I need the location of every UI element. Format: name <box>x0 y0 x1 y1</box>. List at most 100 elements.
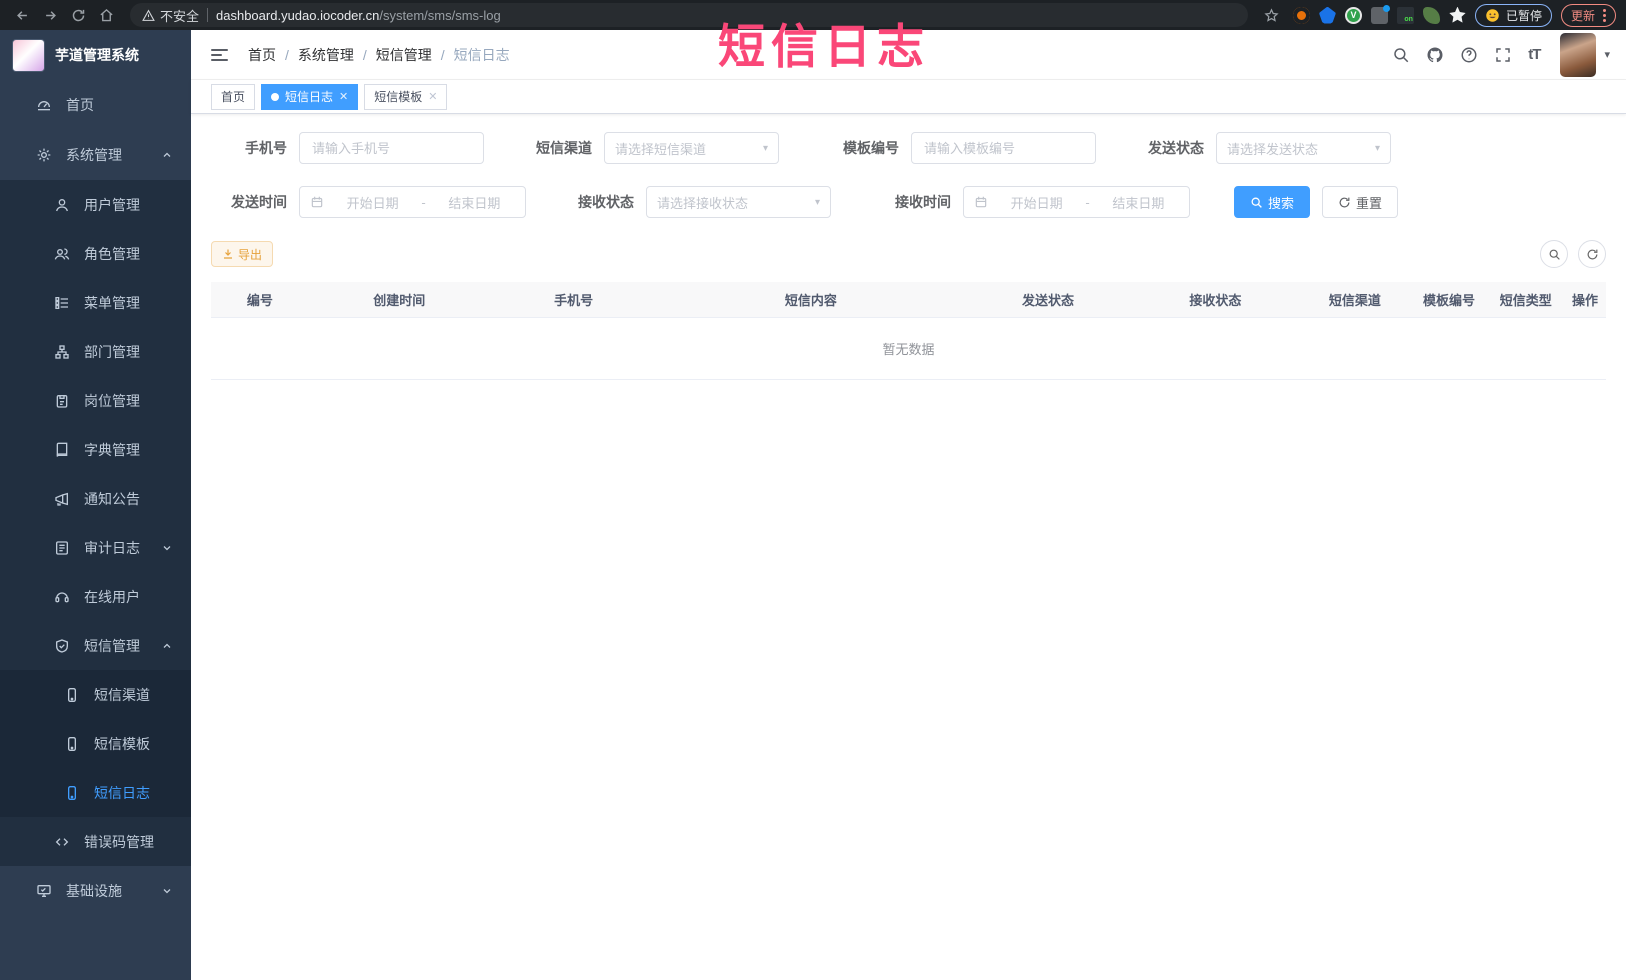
column-header[interactable]: 接收状态 <box>1132 290 1299 309</box>
empty-state: 暂无数据 <box>211 318 1606 380</box>
sidebar-item-sms-mgmt[interactable]: 短信管理 <box>0 621 191 670</box>
column-header[interactable]: 短信内容 <box>657 290 964 309</box>
address-bar[interactable]: 不安全 dashboard.yudao.iocoder.cn/system/sm… <box>130 3 1248 27</box>
sidebar-item-label: 短信管理 <box>84 637 140 654</box>
sidebar-item-audit-log[interactable]: 审计日志 <box>0 523 191 572</box>
column-header[interactable]: 编号 <box>211 290 309 309</box>
orange-extension-icon[interactable] <box>1292 6 1310 24</box>
template-input[interactable] <box>911 132 1096 164</box>
send-time-range-picker[interactable]: 开始日期 - 结束日期 <box>299 186 526 218</box>
tab-sms-log[interactable]: 短信日志 ✕ <box>261 83 359 110</box>
avatar[interactable] <box>1560 32 1597 77</box>
search-icon[interactable] <box>1392 46 1410 64</box>
phone-input[interactable] <box>299 132 484 164</box>
send-status-select[interactable]: 请选择发送状态 ▾ <box>1216 132 1391 164</box>
browser-back-icon[interactable] <box>10 3 34 27</box>
browser-reload-icon[interactable] <box>66 3 90 27</box>
sidebar-item-label: 在线用户 <box>84 588 140 605</box>
sidebar-item-post-mgmt[interactable]: 岗位管理 <box>0 376 191 425</box>
sidebar-item-label: 短信日志 <box>94 784 150 801</box>
search-button[interactable]: 搜索 <box>1234 186 1311 218</box>
filter-phone: 手机号 <box>211 132 484 164</box>
breadcrumb-separator: / <box>285 46 289 63</box>
field-label: 发送状态 <box>1148 140 1204 156</box>
browser-menu-kebab-icon[interactable] <box>1603 8 1606 22</box>
sidebar-item-system[interactable]: 系统管理 <box>0 130 191 180</box>
user-menu[interactable]: ▾ <box>1560 32 1610 77</box>
column-header[interactable]: 手机号 <box>490 290 657 309</box>
github-icon[interactable] <box>1426 46 1444 64</box>
end-date-placeholder: 结束日期 <box>1112 195 1165 211</box>
blue-extension-icon[interactable] <box>1318 6 1336 24</box>
not-secure-label: 不安全 <box>160 8 200 24</box>
font-size-icon[interactable]: tT <box>1528 46 1541 63</box>
field-label: 接收状态 <box>578 194 634 210</box>
sidebar-item-online-users[interactable]: 在线用户 <box>0 572 191 621</box>
phone-icon <box>64 736 80 752</box>
channel-select[interactable]: 请选择短信渠道 ▾ <box>604 132 779 164</box>
app-logo-row[interactable]: 芋道管理系统 <box>0 30 191 80</box>
field-label: 短信渠道 <box>536 140 592 156</box>
headset-icon <box>54 589 70 605</box>
export-button-label: 导出 <box>238 247 263 262</box>
bookmark-star-icon[interactable] <box>1260 3 1284 27</box>
sidebar-item-role-mgmt[interactable]: 角色管理 <box>0 229 191 278</box>
sidebar-item-sms-template[interactable]: 短信模板 <box>0 719 191 768</box>
paused-profile-chip[interactable]: 已暂停 <box>1474 3 1552 27</box>
column-header[interactable]: 短信渠道 <box>1299 290 1411 309</box>
column-header[interactable]: 创建时间 <box>309 290 490 309</box>
document-icon <box>54 540 70 556</box>
sidebar-item-sms-log[interactable]: 短信日志 <box>0 768 191 817</box>
sidebar-item-user-mgmt[interactable]: 用户管理 <box>0 180 191 229</box>
close-icon[interactable]: ✕ <box>428 90 437 103</box>
org-tree-icon <box>54 344 70 360</box>
download-icon <box>224 249 232 259</box>
flower-extension-icon[interactable] <box>1449 6 1466 23</box>
sidebar-item-home[interactable]: 首页 <box>0 80 191 130</box>
receive-time-range-picker[interactable]: 开始日期 - 结束日期 <box>963 186 1190 218</box>
start-date-placeholder: 开始日期 <box>346 195 399 211</box>
leaf-extension-icon[interactable] <box>1422 6 1440 24</box>
breadcrumb-home[interactable]: 首页 <box>248 45 276 65</box>
filter-row-2: 发送时间 开始日期 - 结束日期 接收状态 请选择接收状态 ▾ 接收时间 开始日… <box>211 186 1606 218</box>
green-v-extension-icon[interactable]: V <box>1344 6 1362 24</box>
sidebar-item-label: 审计日志 <box>84 539 140 556</box>
column-header[interactable]: 短信类型 <box>1487 290 1564 309</box>
breadcrumb-sms[interactable]: 短信管理 <box>376 45 432 65</box>
hamburger-icon[interactable] <box>207 45 232 65</box>
export-button[interactable]: 导出 <box>211 241 274 267</box>
help-icon[interactable] <box>1460 46 1478 64</box>
sidebar-item-infrastructure[interactable]: 基础设施 <box>0 866 191 916</box>
breadcrumb-system[interactable]: 系统管理 <box>298 45 354 65</box>
sidebar-item-notice[interactable]: 通知公告 <box>0 474 191 523</box>
refresh-table-button[interactable] <box>1578 240 1606 268</box>
sidebar-item-menu-mgmt[interactable]: 菜单管理 <box>0 278 191 327</box>
reset-button[interactable]: 重置 <box>1322 186 1399 218</box>
column-header[interactable]: 操作 <box>1564 290 1606 309</box>
not-secure-chip[interactable]: 不安全 <box>142 6 199 25</box>
sidebar-item-label: 系统管理 <box>66 147 122 163</box>
toggle-search-button[interactable] <box>1540 240 1568 268</box>
sidebar-item-label: 角色管理 <box>84 245 140 262</box>
close-icon[interactable]: ✕ <box>339 90 348 103</box>
browser-forward-icon[interactable] <box>38 3 62 27</box>
tab-home[interactable]: 首页 <box>211 83 256 110</box>
sidebar-item-error-code[interactable]: 错误码管理 <box>0 817 191 866</box>
sidebar-item-dept-mgmt[interactable]: 部门管理 <box>0 327 191 376</box>
sidebar-item-sms-channel[interactable]: 短信渠道 <box>0 670 191 719</box>
receive-status-select[interactable]: 请选择接收状态 ▾ <box>646 186 831 218</box>
tab-sms-template[interactable]: 短信模板 ✕ <box>364 83 448 110</box>
select-placeholder: 请选择短信渠道 <box>615 141 707 157</box>
filter-template: 模板编号 <box>823 132 1096 164</box>
sidebar-item-label: 短信渠道 <box>94 686 150 703</box>
column-header[interactable]: 模板编号 <box>1411 290 1488 309</box>
sidebar-item-dict-mgmt[interactable]: 字典管理 <box>0 425 191 474</box>
search-icon <box>1251 197 1262 208</box>
fullscreen-icon[interactable] <box>1494 46 1512 64</box>
on-badge-extension-icon[interactable]: on <box>1396 6 1414 24</box>
browser-home-icon[interactable] <box>94 3 118 27</box>
column-header[interactable]: 发送状态 <box>964 290 1131 309</box>
grid-extension-icon[interactable] <box>1370 4 1390 24</box>
update-button[interactable]: 更新 <box>1560 3 1616 27</box>
tab-label: 短信日志 <box>285 90 334 104</box>
